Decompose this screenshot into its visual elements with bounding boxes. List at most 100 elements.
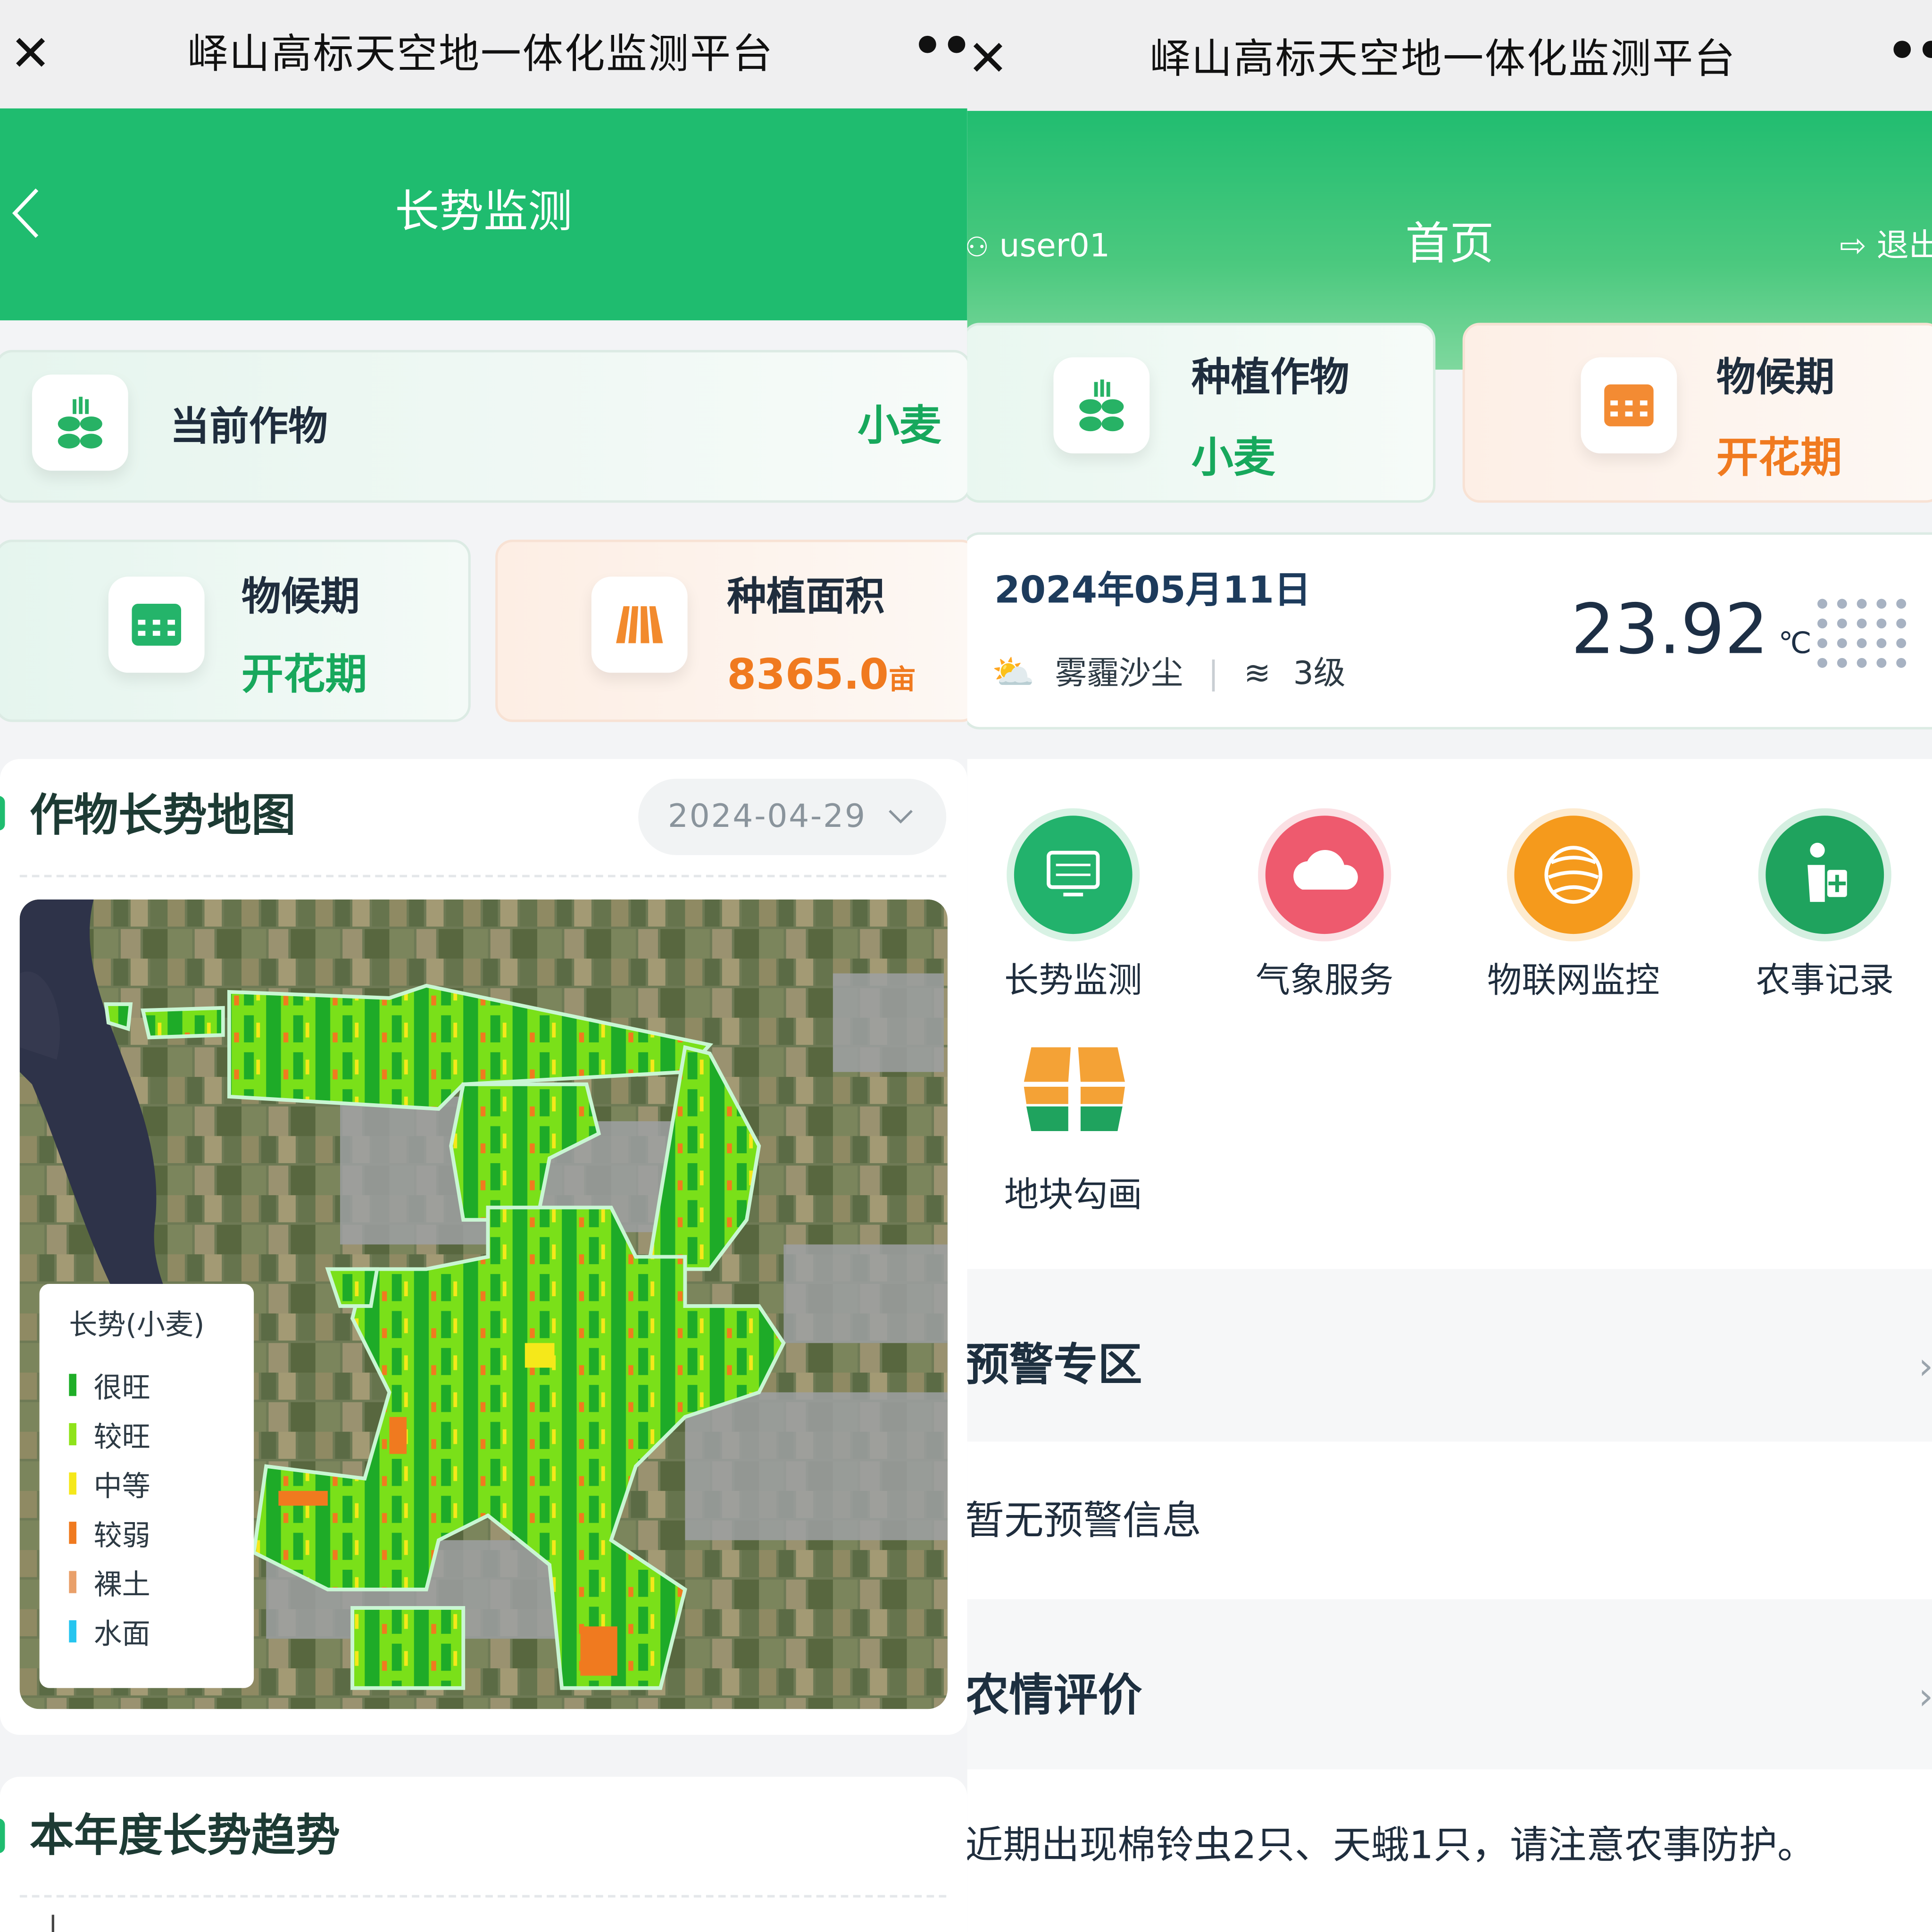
field-plot-icon [1024,1047,1125,1132]
page-title: 长势监测 [395,187,573,238]
menu-label: 物联网监控 [1487,959,1660,1001]
temperature: 23.92 ℃ [1571,591,1812,670]
menu-label: 长势监测 [1004,959,1142,1001]
more-icon[interactable]: ••• [912,17,967,76]
chevron-down-icon [889,810,913,824]
section-marker [0,1818,5,1853]
warning-content: 暂无预警信息 [967,1441,1932,1599]
legend-swatch [69,1423,76,1446]
globe-icon [1514,816,1633,934]
page-header: 长势监测 [0,108,967,321]
farmer-icon [1765,816,1884,934]
logout-icon: ⇨ [1840,228,1867,265]
legend-label: 较弱 [93,1520,150,1553]
section-marker [0,796,5,831]
legend-swatch [69,1374,76,1396]
monitor-icon [1014,816,1133,934]
date-selector[interactable]: 2024-04-29 [638,778,947,855]
wind-icon: ≋ [1243,655,1271,693]
temperature-unit: ℃ [1778,626,1812,661]
page-title: 首页 [1405,219,1494,270]
haze-cloud-icon: ⛅ [991,651,1035,693]
planted-crop-card[interactable]: 种植作物 小麦 [967,323,1436,503]
legend-item: 很旺 [69,1360,254,1409]
logout-label: 退出 [1876,228,1932,265]
close-icon[interactable]: ✕ [10,27,51,81]
menu-item-weather-service[interactable]: 气象服务 [1256,816,1393,1062]
weather-card[interactable]: 2024年05月11日 ⛅ 雾霾沙尘 | ≋ 3级 23.92 ℃ [967,532,1932,730]
warning-message: 暂无预警信息 [967,1497,1201,1544]
legend-label: 较旺 [93,1422,150,1454]
more-icon[interactable]: ••• [1886,22,1932,81]
crop-value: 小麦 [1191,433,1275,483]
legend-item: 较旺 [69,1409,254,1458]
wheat-icon [1053,357,1150,454]
current-crop-card[interactable]: 当前作物 小麦 [0,350,967,503]
app-title: 峄山高标天空地一体化监测平台 [187,29,774,78]
growth-map-section: 作物长势地图 2024-04-29 长势(小麦) 很旺 较旺 中等 较弱 裸土 … [0,759,967,1735]
phenology-card[interactable]: 物候期 开花期 [0,540,471,722]
evaluation-title: 农情评价 [967,1671,1142,1722]
legend-swatch [69,1571,76,1593]
area-unit: 亩 [888,665,916,696]
logout-button[interactable]: ⇨ 退出 [1840,224,1932,268]
evaluation-message: 近期出现棉铃虫2只、天蛾1只，请注意农事防护。 [967,1824,1816,1868]
legend-swatch [69,1620,76,1643]
map-section-title: 作物长势地图 [29,791,296,842]
phenology-label: 物候期 [1716,353,1835,400]
planting-area-card[interactable]: 种植面积 8365.0亩 [495,540,967,722]
function-menu: 长势监测 气象服务 物联网监控 农事记录 地块勾画 [967,759,1932,1269]
temperature-value: 23.92 [1571,590,1769,671]
legend-swatch [69,1522,76,1544]
warning-title: 预警专区 [967,1341,1142,1391]
evaluation-section-header[interactable]: 农情评价 › [967,1599,1932,1770]
growth-trend-section: 本年度长势趋势 [0,1776,967,1932]
legend-swatch [69,1472,76,1495]
mini-program-navbar: ✕ 峄山高标天空地一体化监测平台 ••• [967,0,1932,111]
wind-level: 3级 [1293,655,1346,693]
legend-item: 中等 [69,1459,254,1508]
chevron-right-icon[interactable]: › [1918,1676,1932,1719]
field-rows-icon [591,576,688,673]
calendar-icon [1581,357,1677,454]
phenology-card[interactable]: 物候期 开花期 [1462,323,1932,503]
growth-legend: 长势(小麦) 很旺 较旺 中等 较弱 裸土 水面 [39,1283,254,1688]
warning-section-header[interactable]: 预警专区 › [967,1269,1932,1442]
chart-axis [51,1915,54,1932]
calendar-icon [108,576,205,673]
date-value: 2024-04-29 [667,798,866,836]
weather-date: 2024年05月11日 [994,569,1311,613]
menu-label: 地块勾画 [1004,1174,1142,1215]
menu-label: 气象服务 [1255,959,1394,1001]
menu-item-plot-drawing[interactable]: 地块勾画 [1004,1040,1142,1262]
wheat-icon [32,375,128,471]
satellite-map[interactable]: 长势(小麦) 很旺 较旺 中等 较弱 裸土 水面 [19,899,948,1709]
area-label: 种植面积 [727,573,885,620]
menu-item-farm-records[interactable]: 农事记录 [1756,816,1894,1062]
cloud-icon [1265,816,1384,934]
crop-value: 小麦 [858,401,941,451]
legend-item: 较弱 [69,1508,254,1557]
crop-label: 种植作物 [1191,353,1349,400]
trend-section-title: 本年度长势趋势 [29,1811,341,1862]
legend-label: 中等 [93,1471,150,1503]
mini-program-navbar: ✕ 峄山高标天空地一体化监测平台 ••• [0,0,967,108]
phenology-value: 开花期 [1716,433,1842,483]
area-number: 8365.0 [727,650,889,700]
close-icon[interactable]: ✕ [967,32,1009,86]
legend-label: 很旺 [93,1373,150,1405]
evaluation-content: 近期出现棉铃虫2只、天蛾1只，请注意农事防护。 [967,1769,1932,1932]
menu-item-iot-monitoring[interactable]: 物联网监控 [1487,816,1660,1062]
phenology-label: 物候期 [242,573,360,620]
legend-item: 裸土 [69,1557,254,1607]
legend-title: 长势(小麦) [69,1309,205,1342]
weather-detail: ⛅ 雾霾沙尘 | ≋ 3级 [991,651,1346,693]
legend-item: 水面 [69,1607,254,1656]
app-title: 峄山高标天空地一体化监测平台 [1149,34,1736,83]
haze-icon [1817,599,1907,668]
growth-monitoring-screen: ✕ 峄山高标天空地一体化监测平台 ••• 长势监测 当前作物 小麦 [0,0,967,1932]
menu-item-growth-monitoring[interactable]: 长势监测 [1004,816,1142,1062]
legend-label: 水面 [93,1619,150,1651]
chevron-right-icon[interactable]: › [1918,1346,1932,1389]
phenology-value: 开花期 [242,650,367,700]
